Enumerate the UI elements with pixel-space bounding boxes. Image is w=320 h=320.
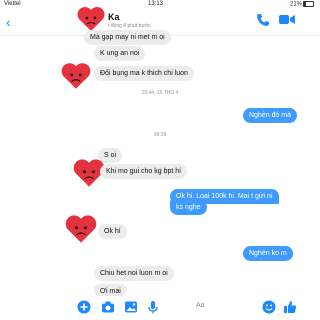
battery-icon — [303, 1, 314, 7]
battery-indicator: 21% — [290, 1, 314, 8]
battery-percent: 21% — [289, 1, 302, 8]
phone-icon[interactable] — [256, 13, 270, 27]
message-received[interactable]: Mà gạp may ni met m oi — [84, 30, 171, 45]
message-sent[interactable]: ks nghe — [170, 200, 207, 215]
message-sent[interactable]: Nghèn đó mà — [243, 108, 298, 123]
back-chevron-icon[interactable]: ‹ — [6, 14, 11, 30]
message-received[interactable]: Khi mo gui cho kg bpt hí — [100, 164, 188, 179]
status-bar: Viettel 13:13 21% — [0, 0, 320, 9]
message-received[interactable]: Đối bụng ma k thich chi luon — [94, 66, 194, 81]
clock: 13:13 — [148, 1, 164, 7]
message-received[interactable]: Ok hí — [98, 224, 127, 239]
message-received[interactable]: Chiu het noi luon m oi — [94, 266, 174, 281]
emoji-icon[interactable] — [262, 300, 276, 314]
heart-sticker-icon — [65, 215, 97, 243]
timestamp: 19:44, 25 THG 4 — [141, 90, 179, 96]
heart-sticker-icon — [77, 7, 105, 32]
message-received[interactable]: Ơi mai — [94, 284, 127, 296]
timestamp: 08:38 — [153, 132, 167, 138]
active-status: t động 8 phút trước — [108, 23, 151, 29]
video-camera-icon[interactable] — [279, 14, 295, 25]
message-received[interactable]: K ung an noi — [94, 46, 146, 61]
camera-icon[interactable] — [101, 300, 115, 314]
heart-sticker-icon — [61, 63, 91, 89]
image-icon[interactable] — [124, 300, 138, 314]
contact-name[interactable]: Ka — [108, 12, 120, 22]
message-sent[interactable]: Nghèn ko m — [243, 246, 293, 261]
thumbs-up-icon[interactable] — [283, 300, 297, 314]
plus-circle-icon[interactable] — [77, 300, 91, 314]
carrier: Viettel — [4, 1, 21, 7]
microphone-icon[interactable] — [146, 300, 160, 314]
message-input[interactable]: Aa — [196, 302, 205, 309]
